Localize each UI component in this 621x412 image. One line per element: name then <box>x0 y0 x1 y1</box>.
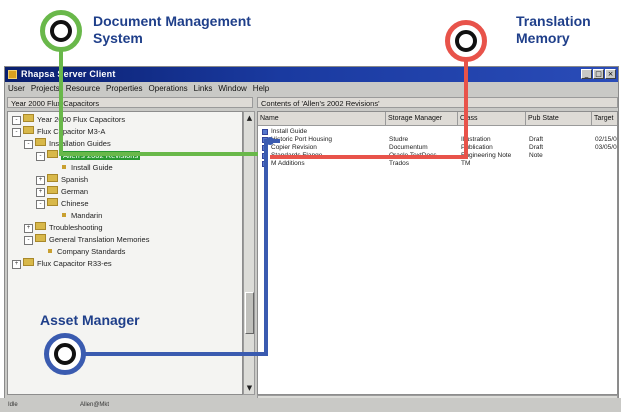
tm-callout-label: Translation Memory <box>516 13 591 47</box>
dms-label-line1: Document Management <box>93 13 251 29</box>
tm-connector-line <box>270 55 468 159</box>
callout-lines <box>59 45 468 356</box>
dms-callout-circle-icon <box>40 10 82 52</box>
asset-callout-label: Asset Manager <box>40 312 140 328</box>
tm-callout-circle-icon <box>445 20 487 62</box>
tm-label-line2: Memory <box>516 30 570 46</box>
dms-label-line2: System <box>93 30 143 46</box>
asset-callout-circle-icon <box>44 333 86 375</box>
asset-anchor-dot <box>266 137 274 145</box>
dms-connector-line <box>59 45 258 156</box>
tm-label-line1: Translation <box>516 13 591 29</box>
dms-callout-label: Document Management System <box>93 13 251 47</box>
